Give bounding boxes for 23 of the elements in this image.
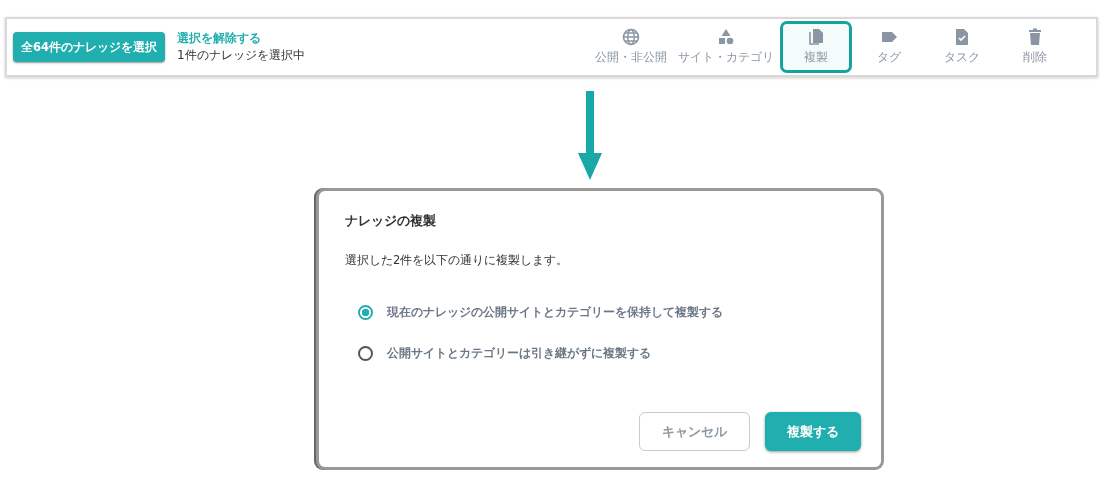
shapes-icon	[717, 28, 735, 46]
option-label[interactable]: 公開サイトとカテゴリーは引き継がずに複製する	[387, 346, 651, 361]
toolbar-button[interactable]: サイト・カテゴリ	[673, 21, 779, 73]
copy-icon	[807, 28, 825, 46]
toolbar-button[interactable]: 公開・非公開	[590, 21, 672, 73]
toolbar-button[interactable]: タスク	[926, 21, 998, 73]
task-icon	[953, 28, 971, 46]
deselect-link[interactable]: 選択を解除する	[177, 30, 305, 46]
select-all-button[interactable]: 全64件のナレッジを選択	[13, 32, 165, 62]
radio-button[interactable]	[358, 346, 373, 361]
toolbar-button[interactable]: 複製	[780, 21, 852, 73]
option-label[interactable]: 現在のナレッジの公開サイトとカテゴリーを保持して複製する	[387, 305, 723, 320]
dialog-message: 選択した2件を以下の通りに複製します。	[345, 253, 570, 268]
globe-icon	[622, 28, 640, 46]
duplicate-button[interactable]: 複製する	[765, 412, 861, 451]
toolbar-button[interactable]: 削除	[999, 21, 1071, 73]
down-arrow-icon	[578, 91, 602, 180]
trash-icon	[1026, 28, 1044, 46]
cancel-button[interactable]: キャンセル	[639, 412, 750, 451]
dialog-title: ナレッジの複製	[345, 212, 437, 230]
selection-count: 1件のナレッジを選択中	[177, 46, 305, 64]
toolbar-button[interactable]: タグ	[853, 21, 925, 73]
radio-button[interactable]	[358, 305, 373, 320]
